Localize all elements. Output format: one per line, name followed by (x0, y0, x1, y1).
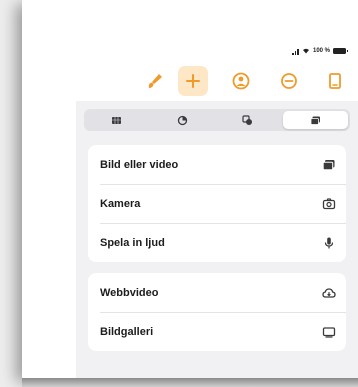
format-button[interactable] (274, 66, 304, 96)
table-icon (112, 116, 122, 124)
media-source-group: Bild eller video Kamera Spela in ljud (88, 145, 346, 262)
tab-chart[interactable] (150, 109, 216, 131)
menu-item-photo-or-video[interactable]: Bild eller video (88, 145, 346, 184)
menu-item-label: Spela in ljud (100, 236, 165, 249)
tab-media[interactable] (282, 111, 348, 129)
photo-icon (322, 158, 336, 172)
insert-popover: Bild eller video Kamera Spela in ljud We… (76, 101, 358, 378)
document-icon (329, 73, 341, 89)
toolbar (140, 66, 350, 96)
circle-minus-icon (281, 73, 297, 89)
menu-item-label: Webbvideo (100, 286, 159, 299)
device-screen: 100 % Bild eller video Kamera Spela in l… (22, 0, 358, 378)
wifi-icon (302, 47, 310, 56)
menu-item-label: Kamera (100, 197, 141, 210)
paintbrush-icon (148, 74, 162, 88)
insert-button[interactable] (178, 66, 208, 96)
tab-shapes[interactable] (215, 109, 281, 131)
menu-item-label: Bild eller video (100, 158, 179, 171)
web-media-group: Webbvideo Bildgalleri (88, 273, 346, 351)
menu-item-image-gallery[interactable]: Bildgalleri (88, 312, 346, 351)
document-button[interactable] (320, 66, 350, 96)
signal-icon (292, 48, 299, 55)
shapes-icon (242, 114, 253, 125)
tab-table[interactable] (84, 109, 150, 131)
battery-icon (333, 48, 348, 54)
device-bottom-edge (22, 378, 358, 387)
collaborate-button[interactable] (226, 66, 256, 96)
menu-item-web-video[interactable]: Webbvideo (88, 273, 346, 312)
person-add-icon (232, 72, 250, 90)
chart-icon (177, 115, 187, 125)
battery-text: 100 % (312, 48, 330, 54)
insert-category-segmented-control (84, 109, 350, 131)
camera-icon (322, 197, 336, 211)
paintbrush-button[interactable] (140, 66, 170, 96)
status-bar: 100 % (292, 44, 348, 58)
cloud-icon (322, 286, 336, 300)
menu-item-camera[interactable]: Kamera (88, 184, 346, 223)
gallery-icon (322, 325, 336, 339)
media-icon (310, 116, 320, 125)
plus-icon (186, 74, 200, 88)
mic-icon (322, 236, 336, 250)
menu-item-label: Bildgalleri (100, 325, 154, 338)
menu-item-record-audio[interactable]: Spela in ljud (88, 223, 346, 262)
